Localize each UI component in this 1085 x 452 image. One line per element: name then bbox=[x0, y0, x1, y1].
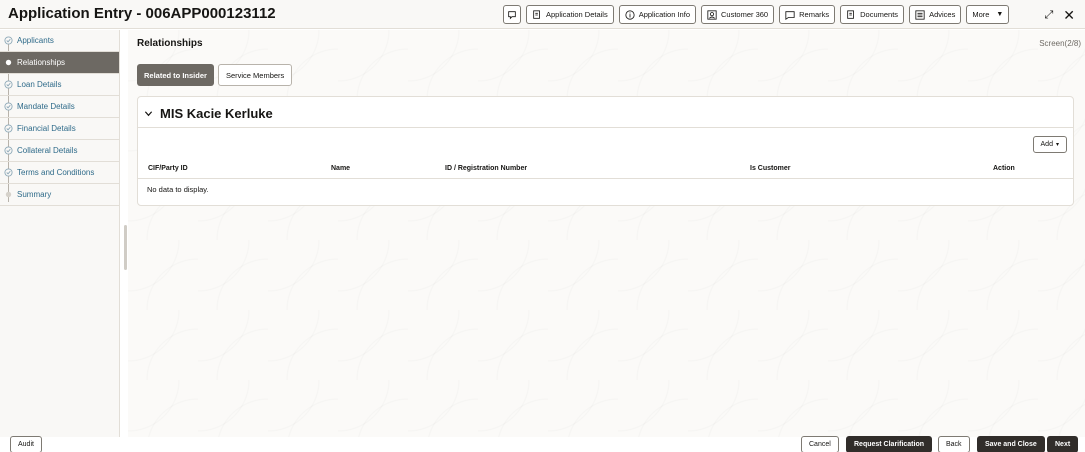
sidebar-resize-handle[interactable] bbox=[124, 225, 127, 270]
comment-icon bbox=[785, 10, 795, 20]
advice-icon bbox=[915, 9, 925, 20]
check-circle-icon bbox=[4, 168, 13, 177]
expand-icon[interactable]: ⤢ bbox=[1044, 9, 1053, 22]
chevron-down-icon[interactable] bbox=[144, 109, 153, 118]
advices-button[interactable]: Advices bbox=[909, 5, 962, 24]
chat-icon bbox=[508, 10, 516, 19]
relationship-tabs: Related to Insider Service Members bbox=[137, 64, 293, 86]
column-header-is-customer[interactable]: Is Customer bbox=[750, 165, 790, 172]
caret-down-icon: ▾ bbox=[1055, 142, 1059, 148]
applicant-name: MIS Kacie Kerluke bbox=[160, 106, 273, 121]
close-icon[interactable]: ✕ bbox=[1063, 7, 1075, 24]
screen-indicator: Screen(2/8) bbox=[1039, 39, 1081, 48]
caret-down-icon: ▼ bbox=[996, 11, 1004, 18]
save-and-close-button[interactable]: Save and Close bbox=[977, 436, 1045, 452]
cancel-button[interactable]: Cancel bbox=[801, 436, 839, 452]
chat-button[interactable] bbox=[503, 5, 521, 24]
back-button[interactable]: Back bbox=[938, 436, 970, 452]
info-icon bbox=[625, 9, 635, 20]
application-details-button[interactable]: Application Details bbox=[526, 5, 614, 24]
document-icon bbox=[533, 9, 540, 19]
sidebar-item-relationships[interactable]: Relationships bbox=[0, 52, 119, 74]
check-circle-icon bbox=[4, 124, 13, 133]
check-circle-icon bbox=[4, 102, 13, 111]
app-header: Application Entry - 006APP000123112 Appl… bbox=[0, 0, 1085, 29]
column-header-name[interactable]: Name bbox=[331, 165, 350, 172]
customer-360-button[interactable]: Customer 360 bbox=[701, 5, 775, 24]
pending-step-icon bbox=[5, 191, 12, 198]
sidebar: Applicants Relationships Loan Details Ma… bbox=[0, 30, 120, 437]
request-clarification-button[interactable]: Request Clarification bbox=[846, 436, 933, 452]
documents-button[interactable]: Documents bbox=[840, 5, 905, 24]
header-toolbar: Application Details Application Info Cus… bbox=[503, 5, 1010, 24]
section-title: Relationships bbox=[137, 38, 203, 49]
footer-bar: Audit Cancel Request Clarification Back … bbox=[0, 436, 1085, 452]
table-header: CIF/Party ID Name ID / Registration Numb… bbox=[138, 159, 1073, 179]
panel-header[interactable]: MIS Kacie Kerluke bbox=[144, 106, 273, 121]
more-dropdown[interactable]: More ▼ bbox=[966, 5, 1010, 24]
sidebar-item-loan-details[interactable]: Loan Details bbox=[0, 74, 119, 96]
application-info-button[interactable]: Application Info bbox=[618, 5, 696, 24]
page-title: Application Entry - 006APP000123112 bbox=[8, 5, 276, 22]
check-circle-icon bbox=[4, 146, 13, 155]
empty-table-message: No data to display. bbox=[147, 185, 209, 194]
check-circle-icon bbox=[4, 80, 13, 89]
sidebar-item-summary[interactable]: Summary bbox=[0, 184, 119, 206]
current-step-icon bbox=[5, 59, 12, 66]
sidebar-item-terms-and-conditions[interactable]: Terms and Conditions bbox=[0, 162, 119, 184]
audit-button[interactable]: Audit bbox=[10, 436, 42, 452]
panel-divider bbox=[138, 127, 1073, 128]
sidebar-item-applicants[interactable]: Applicants bbox=[0, 30, 119, 52]
customer-icon bbox=[707, 9, 717, 20]
next-button[interactable]: Next bbox=[1047, 436, 1079, 452]
tab-service-members[interactable]: Service Members bbox=[217, 64, 293, 86]
sidebar-item-mandate-details[interactable]: Mandate Details bbox=[0, 96, 119, 118]
document-icon bbox=[847, 9, 855, 19]
applicant-panel: MIS Kacie Kerluke Add ▾ CIF/Party ID Nam… bbox=[137, 96, 1074, 206]
tab-related-to-insider[interactable]: Related to Insider bbox=[137, 64, 214, 86]
column-header-cif[interactable]: CIF/Party ID bbox=[148, 165, 188, 172]
sidebar-item-financial-details[interactable]: Financial Details bbox=[0, 118, 119, 140]
column-header-action[interactable]: Action bbox=[993, 165, 1015, 172]
check-circle-icon bbox=[4, 36, 13, 45]
sidebar-item-collateral-details[interactable]: Collateral Details bbox=[0, 140, 119, 162]
window-controls: ⤢ ✕ bbox=[1044, 7, 1075, 24]
add-button[interactable]: Add ▾ bbox=[1032, 136, 1067, 153]
main-content: Relationships Screen(2/8) Related to Ins… bbox=[128, 30, 1085, 437]
remarks-button[interactable]: Remarks bbox=[779, 5, 836, 24]
column-header-id[interactable]: ID / Registration Number bbox=[445, 165, 527, 172]
